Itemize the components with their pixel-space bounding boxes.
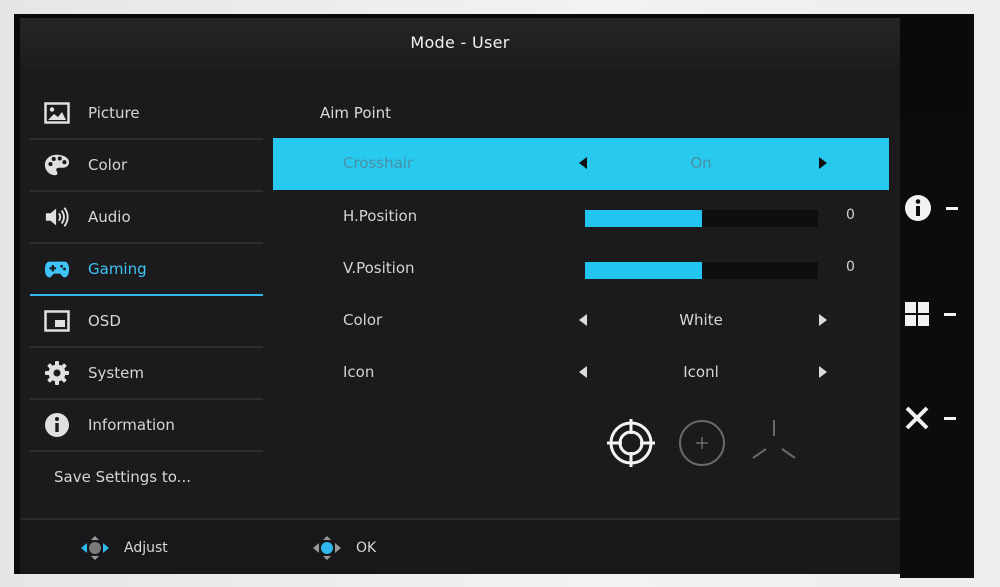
close-icon	[905, 406, 929, 430]
h-position-value: 0	[846, 207, 855, 223]
crosshair-label: Crosshair	[343, 154, 414, 172]
side-dash	[944, 312, 956, 316]
v-position-row[interactable]: V.Position 0	[273, 243, 889, 295]
icon-label: Icon	[343, 363, 375, 381]
sidebar-item-system[interactable]: System	[30, 348, 263, 400]
crosshair-dot-icon[interactable]	[677, 418, 727, 468]
adjust-hint: Adjust	[78, 536, 168, 560]
sidebar-item-picture[interactable]: Picture	[30, 88, 263, 140]
icon-row[interactable]: Icon Iconl	[273, 347, 889, 399]
sidebar-item-label: OSD	[88, 312, 121, 330]
page-title: Mode - User	[410, 33, 510, 52]
sidebar-item-audio[interactable]: Audio	[30, 192, 263, 244]
crosshair-row[interactable]: Crosshair On	[273, 138, 889, 190]
icon-value: Iconl	[683, 363, 719, 381]
grid-icon	[905, 302, 929, 326]
arrow-right-icon[interactable]	[819, 314, 827, 326]
arrow-left-icon[interactable]	[579, 366, 587, 378]
ok-hint: OK	[310, 536, 376, 560]
joystick-ok-icon	[313, 536, 341, 560]
adjust-label: Adjust	[124, 540, 168, 556]
save-settings-item[interactable]: Save Settings to...	[30, 452, 263, 502]
color-value: White	[679, 311, 723, 329]
section-title: Aim Point	[320, 104, 392, 122]
crosshair-icons	[606, 418, 806, 468]
sidebar-item-information[interactable]: Information	[30, 400, 263, 452]
footer-bar: Adjust OK	[20, 520, 900, 574]
arrow-left-icon[interactable]	[579, 157, 587, 169]
picture-icon	[44, 100, 70, 126]
color-label: Color	[343, 311, 383, 329]
info-icon	[905, 195, 931, 221]
h-position-slider-fill	[585, 210, 702, 227]
save-settings-label: Save Settings to...	[54, 468, 191, 486]
sidebar-item-osd[interactable]: OSD	[30, 296, 263, 348]
arrow-left-icon[interactable]	[579, 314, 587, 326]
crosshair-value: On	[690, 154, 712, 172]
gear-icon	[44, 360, 70, 386]
h-position-slider[interactable]	[585, 210, 818, 227]
v-position-label: V.Position	[343, 259, 415, 277]
ok-label: OK	[356, 540, 377, 556]
sidebar-menu: Picture Color Audio Gaming OSD System In…	[30, 88, 263, 502]
info-icon	[44, 412, 70, 438]
speaker-icon	[44, 204, 70, 230]
side-input-button[interactable]	[904, 294, 970, 334]
sidebar-item-label: Color	[88, 156, 128, 174]
sidebar-item-color[interactable]: Color	[30, 140, 263, 192]
h-position-row[interactable]: H.Position 0	[273, 191, 889, 243]
sidebar-item-label: Gaming	[88, 260, 147, 278]
v-position-slider[interactable]	[585, 262, 818, 279]
title-bar: Mode - User	[20, 18, 900, 68]
h-position-label: H.Position	[343, 207, 418, 225]
crosshair-tri-icon[interactable]	[749, 418, 799, 468]
color-row[interactable]: Color White	[273, 295, 889, 347]
crosshair-circle-icon[interactable]	[606, 418, 656, 468]
osd-icon	[44, 308, 70, 334]
side-button-panel	[900, 118, 974, 578]
sidebar-item-label: Audio	[88, 208, 131, 226]
sidebar-item-label: System	[88, 364, 144, 382]
side-dash	[946, 206, 958, 210]
palette-icon	[44, 152, 70, 178]
arrow-right-icon[interactable]	[819, 157, 827, 169]
sidebar-item-label: Information	[88, 416, 175, 434]
osd-panel: Mode - User Picture Color Audio Gaming O…	[20, 18, 900, 574]
gamepad-icon	[44, 256, 70, 282]
sidebar-item-gaming[interactable]: Gaming	[30, 244, 263, 296]
arrow-right-icon[interactable]	[819, 366, 827, 378]
v-position-slider-fill	[585, 262, 702, 279]
side-close-button[interactable]	[904, 398, 970, 438]
sidebar-item-label: Picture	[88, 104, 140, 122]
v-position-value: 0	[846, 259, 855, 275]
joystick-adjust-icon	[81, 536, 109, 560]
side-info-button[interactable]	[904, 188, 970, 228]
side-dash	[944, 416, 956, 420]
